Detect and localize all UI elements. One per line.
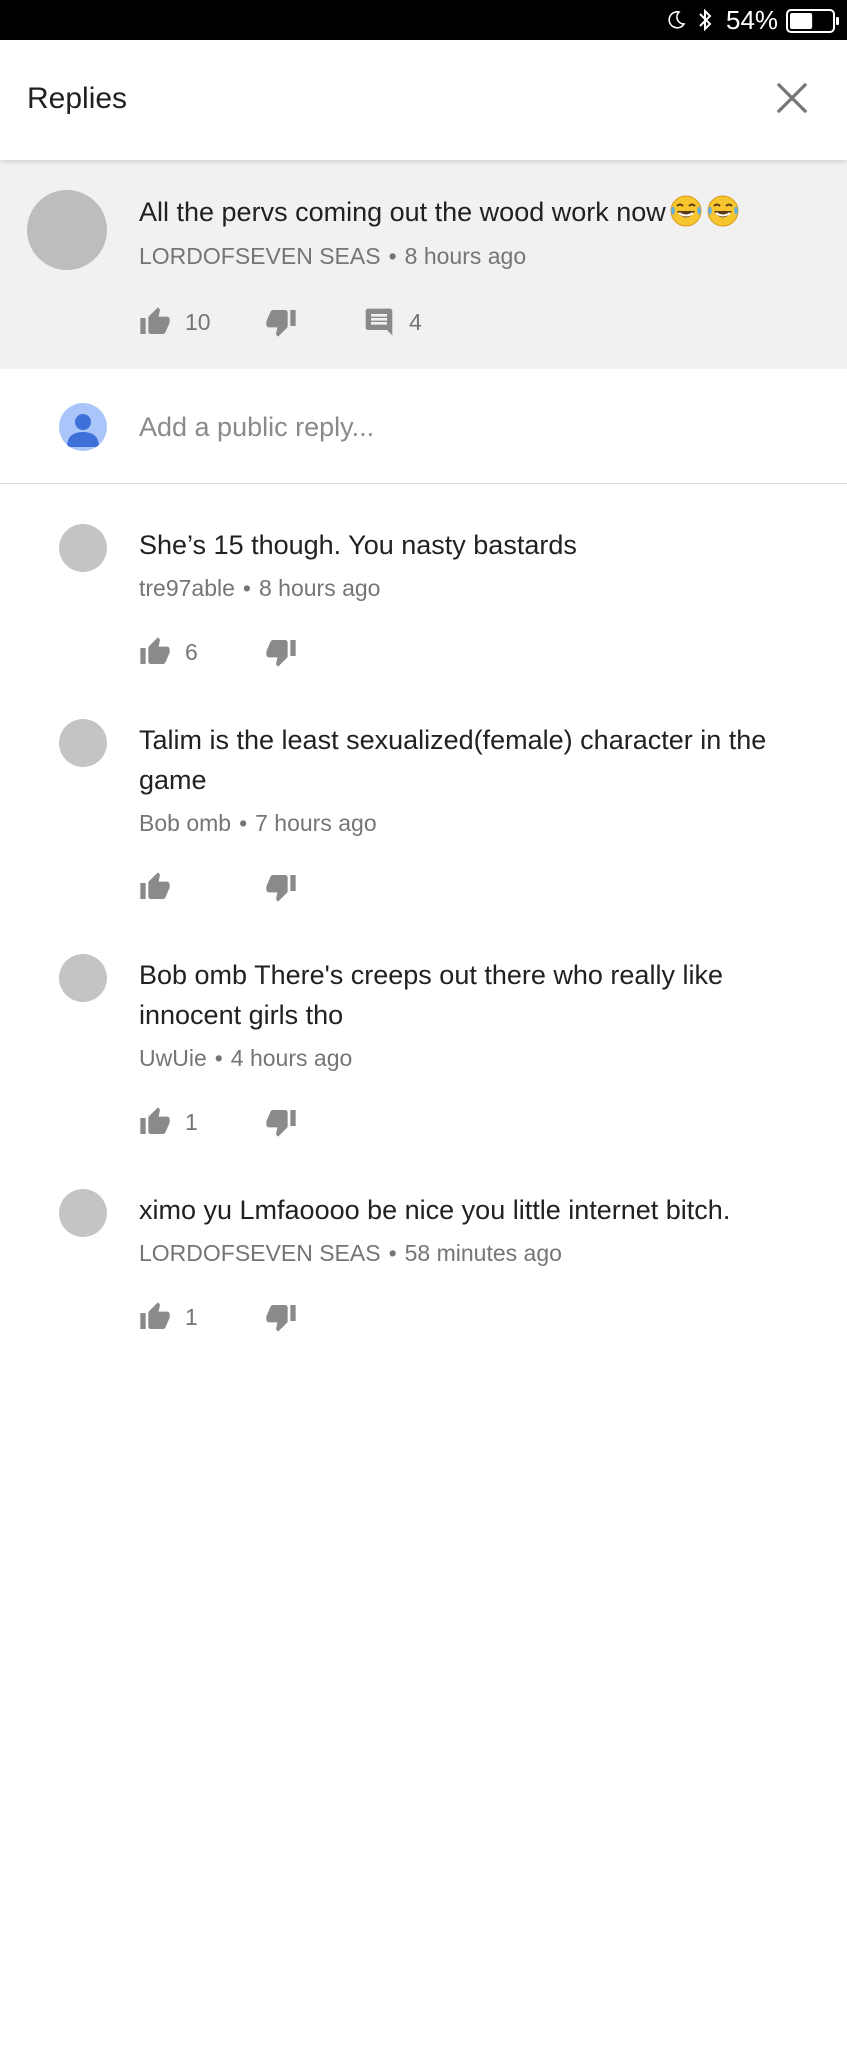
battery-percentage: 54%	[726, 5, 779, 35]
comment-meta: Bob omb • 7 hours ago	[139, 807, 377, 839]
separator-dot: •	[242, 575, 251, 601]
separator-dot: •	[388, 243, 397, 269]
dislike-button[interactable]	[265, 632, 297, 672]
face-with-tears-of-joy-icon	[670, 195, 702, 227]
avatar[interactable]	[59, 524, 107, 572]
status-bar: 54%	[0, 0, 847, 40]
separator-dot: •	[214, 1045, 223, 1071]
like-count: 1	[185, 1304, 198, 1330]
comment-text: She’s 15 though. You nasty bastards	[139, 530, 577, 560]
page-title: Replies	[27, 82, 128, 115]
like-button[interactable]: 1	[139, 1297, 198, 1337]
separator-dot: •	[388, 1240, 397, 1266]
reply-composer	[0, 369, 847, 484]
reply-count-button[interactable]: 4	[363, 302, 422, 342]
reply-input[interactable]	[139, 405, 789, 449]
comment-text: Bob omb There's creeps out there who rea…	[139, 960, 723, 1030]
avatar[interactable]	[27, 190, 107, 270]
comment-author[interactable]: UwUie	[139, 1045, 207, 1071]
comment-meta: LORDOFSEVEN SEAS • 58 minutes ago	[139, 1237, 562, 1269]
avatar[interactable]	[59, 954, 107, 1002]
comment-time: 7 hours ago	[255, 810, 377, 836]
close-icon[interactable]	[774, 80, 810, 116]
comment-icon	[365, 308, 393, 336]
person-icon	[67, 414, 99, 447]
comment-time: 8 hours ago	[404, 243, 527, 269]
like-count: 10	[185, 309, 211, 335]
reply-count: 4	[409, 309, 422, 335]
thumbs-up-icon	[140, 1302, 170, 1329]
like-count: 6	[185, 639, 198, 665]
comment-time: 8 hours ago	[258, 575, 381, 601]
comment-meta: tre97able • 8 hours ago	[139, 572, 380, 604]
bluetooth-icon	[699, 8, 712, 32]
separator-dot: •	[239, 810, 248, 836]
like-count: 1	[185, 1109, 198, 1135]
comment-author[interactable]: LORDOFSEVEN SEAS	[139, 243, 381, 269]
comment-author[interactable]: tre97able	[139, 575, 235, 601]
like-button[interactable]	[139, 867, 185, 907]
thumbs-down-icon	[266, 875, 296, 902]
dislike-button[interactable]	[265, 302, 297, 342]
comment-author[interactable]: LORDOFSEVEN SEAS	[139, 1240, 381, 1266]
thumbs-down-icon	[266, 1305, 296, 1332]
thumbs-down-icon	[266, 1110, 296, 1137]
dislike-button[interactable]	[265, 1102, 297, 1142]
like-button[interactable]: 6	[139, 632, 198, 672]
thumbs-up-icon	[140, 637, 170, 664]
current-user-avatar	[59, 403, 107, 451]
replies-header: Replies	[0, 40, 847, 160]
comment-time: 58 minutes ago	[404, 1240, 562, 1266]
thumbs-down-icon	[266, 640, 296, 667]
avatar[interactable]	[59, 1189, 107, 1237]
comment-text: ximo yu Lmfaoooo be nice you little inte…	[139, 1195, 731, 1225]
dislike-button[interactable]	[265, 1297, 297, 1337]
parent-comment: All the pervs coming out the wood work n…	[0, 160, 847, 369]
avatar[interactable]	[59, 719, 107, 767]
comment-text: Talim is the least sexualized(female) ch…	[139, 725, 767, 795]
thumbs-down-icon	[266, 310, 296, 337]
face-with-tears-of-joy-icon	[707, 195, 739, 227]
do-not-disturb-moon-icon	[668, 11, 686, 29]
battery-icon	[786, 9, 839, 33]
thumbs-up-icon	[140, 872, 170, 899]
comment-meta: LORDOFSEVEN SEAS • 8 hours ago	[139, 240, 526, 272]
like-button[interactable]: 1	[139, 1102, 198, 1142]
like-button[interactable]: 10	[139, 302, 211, 342]
thumbs-up-icon	[140, 1107, 170, 1134]
comment-meta: UwUie • 4 hours ago	[139, 1042, 352, 1074]
comment-time: 4 hours ago	[230, 1045, 353, 1071]
comment-text: All the pervs coming out the wood work n…	[139, 194, 740, 230]
comment-author[interactable]: Bob omb	[139, 810, 231, 836]
thumbs-up-icon	[140, 307, 170, 334]
dislike-button[interactable]	[265, 867, 297, 907]
